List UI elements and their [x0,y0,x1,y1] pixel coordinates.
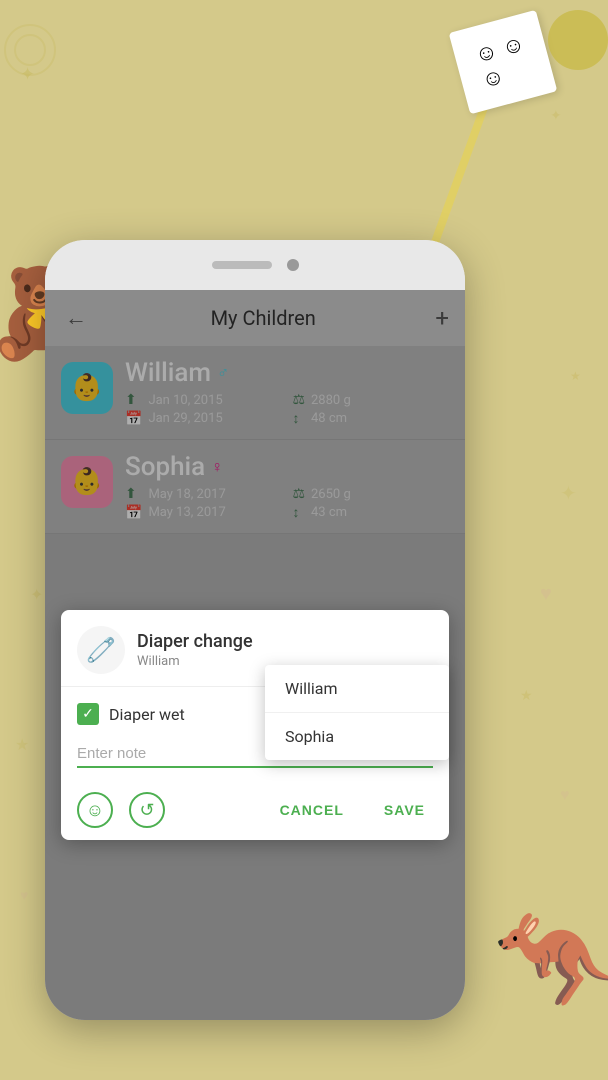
cancel-button[interactable]: CANCEL [272,794,352,826]
dialog-header-text: Diaper change William [137,631,253,669]
child-selection-dropdown: William Sophia [265,665,449,760]
dialog-buttons: CANCEL SAVE [272,794,433,826]
dialog-action-icons: ☺ ↺ [77,792,165,828]
phone-device: ← My Children + 👶 William ♂ ⬆ [45,240,465,1040]
svg-text:♥: ♥ [560,785,570,804]
svg-text:★: ★ [15,735,29,754]
save-button[interactable]: SAVE [376,794,433,826]
phone-body: ← My Children + 👶 William ♂ ⬆ [45,240,465,1020]
svg-text:✦: ✦ [560,481,577,505]
svg-text:★: ★ [520,688,533,704]
emoji-picker-button[interactable]: ☺ [77,792,113,828]
phone-speaker [212,261,272,269]
diaper-emoji: 🧷 [86,636,116,664]
history-button[interactable]: ↺ [129,792,165,828]
medal-badge-decoration [548,10,608,70]
svg-text:♥: ♥ [540,581,552,605]
svg-text:✦: ✦ [550,108,562,124]
kangaroo-right-decoration: 🦘 [493,903,608,1020]
dialog-actions-row: ☺ ↺ CANCEL SAVE [61,784,449,840]
svg-text:✦: ✦ [30,585,43,604]
dropdown-option-william[interactable]: William [265,665,449,713]
svg-text:★: ★ [570,369,581,383]
dropdown-option-sophia[interactable]: Sophia [265,713,449,760]
dialog-title: Diaper change [137,631,253,652]
dialog-child-name: William [137,654,253,669]
diaper-wet-checkbox[interactable]: ✓ [77,703,99,725]
svg-text:♥: ♥ [20,888,28,904]
diaper-icon: 🧷 [77,626,125,674]
phone-camera [287,259,299,271]
phone-screen: ← My Children + 👶 William ♂ ⬆ [45,290,465,1020]
phone-notch [45,240,465,290]
diaper-wet-label: Diaper wet [109,705,185,724]
